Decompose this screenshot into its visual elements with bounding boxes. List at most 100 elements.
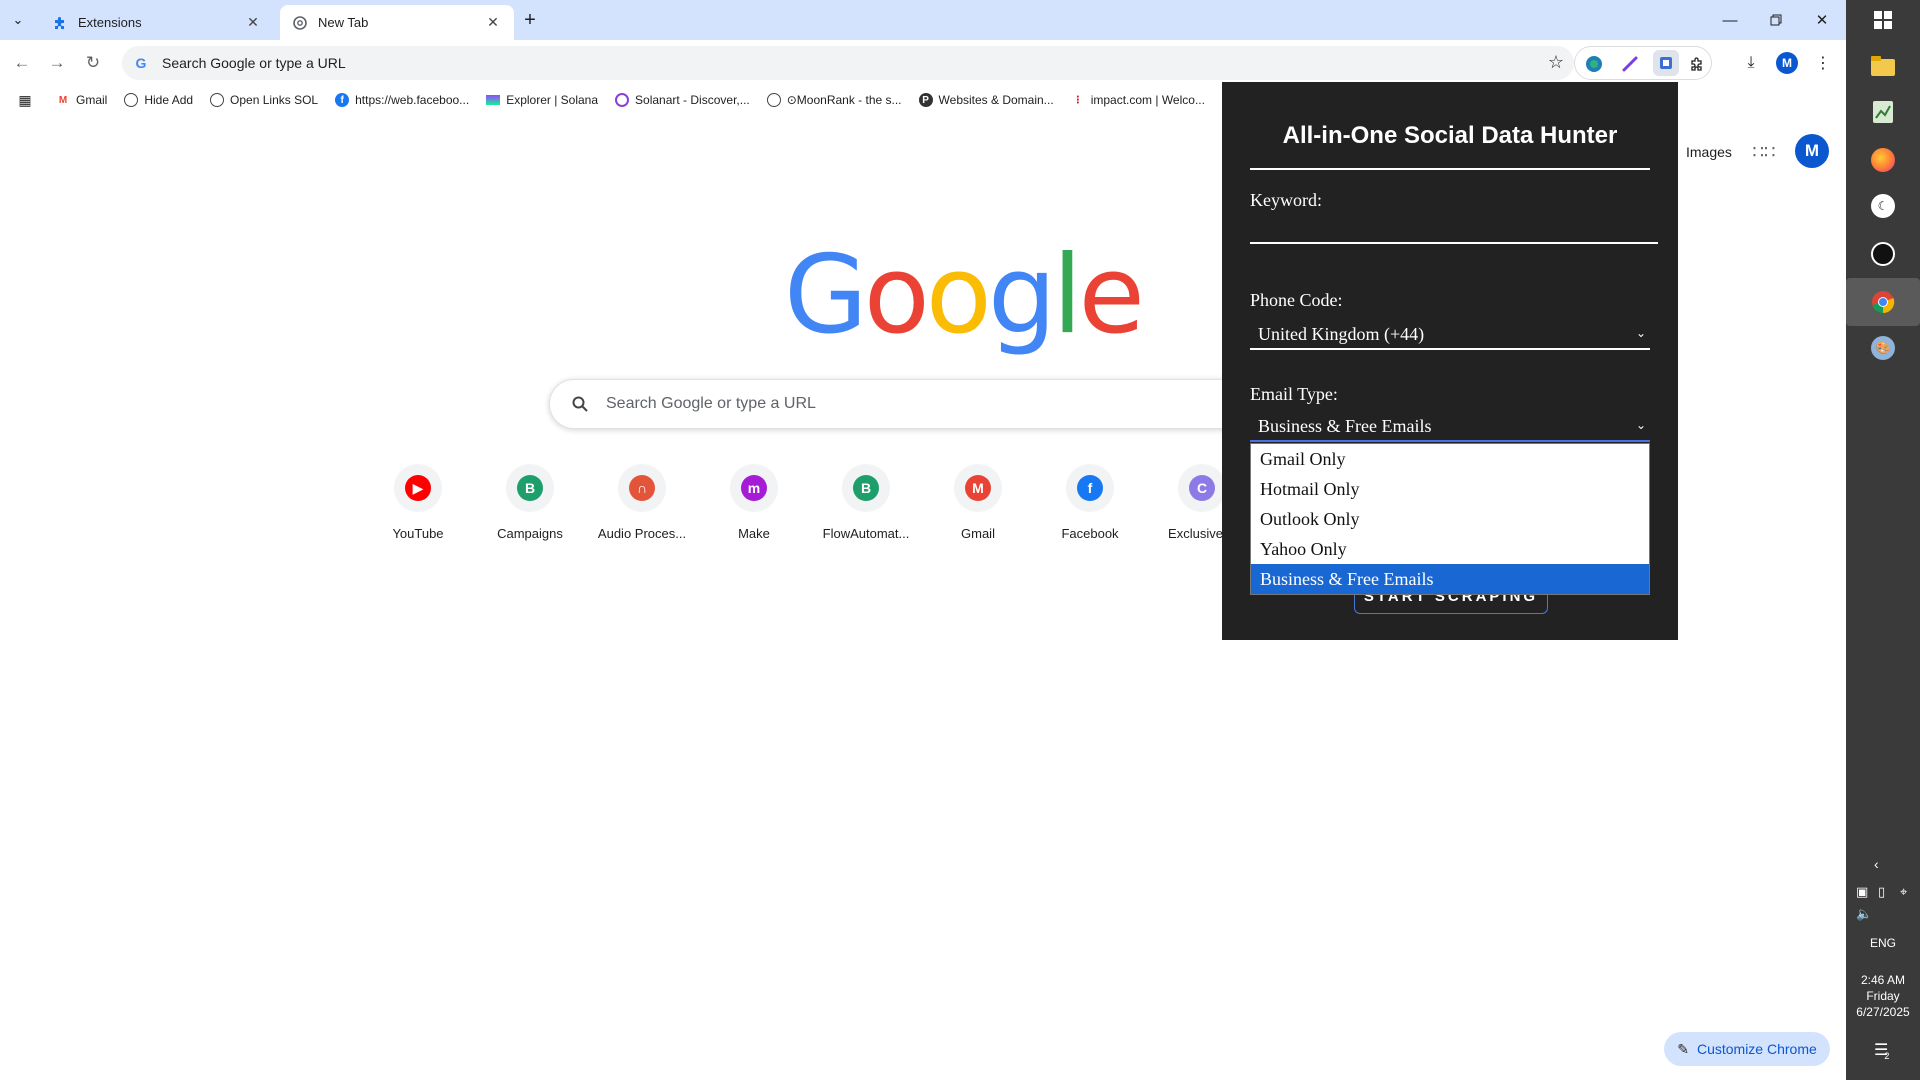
forward-arrow-icon[interactable]: → <box>44 50 70 76</box>
bookmark-star-icon[interactable]: ☆ <box>1548 52 1564 73</box>
file-explorer-icon[interactable] <box>1865 48 1901 84</box>
battery-icon[interactable]: ▯ <box>1878 884 1885 900</box>
bookmark-item[interactable]: Hide Add <box>124 93 193 107</box>
back-arrow-icon[interactable]: ← <box>9 50 35 76</box>
gmail-icon: M <box>58 94 68 106</box>
search-icon <box>570 394 590 414</box>
social-data-hunter-extension-icon[interactable] <box>1653 50 1679 76</box>
shortcut-icon-circle: ▶ <box>394 464 442 512</box>
close-tab-icon[interactable]: ✕ <box>484 14 502 32</box>
shortcut-icon-circle: B <box>506 464 554 512</box>
globe-icon <box>766 93 781 107</box>
shortcut-tile[interactable]: m Make <box>698 464 810 541</box>
shortcut-tile[interactable]: ▶ YouTube <box>362 464 474 541</box>
youtube-icon: ▶ <box>405 475 431 501</box>
shortcut-tile[interactable]: B Campaigns <box>474 464 586 541</box>
keyword-input[interactable] <box>1250 212 1658 244</box>
shortcut-label: Campaigns <box>497 526 563 541</box>
exclusive-icon: C <box>1189 475 1215 501</box>
bookmark-item[interactable]: P Websites & Domain... <box>918 93 1054 107</box>
bookmark-item[interactable]: Solanart - Discover,... <box>615 93 750 107</box>
tab-title: New Tab <box>318 15 369 30</box>
logo-letter: G <box>784 233 868 358</box>
bookmark-label: Solanart - Discover,... <box>635 93 750 107</box>
tab-search-chevron-icon[interactable]: ⌄ <box>6 8 30 32</box>
volume-icon[interactable]: 🔈 <box>1856 906 1872 922</box>
customize-chrome-button[interactable]: ✎ Customize Chrome <box>1664 1032 1830 1066</box>
notifications-icon[interactable]: ☰2 <box>1874 1040 1893 1061</box>
phone-code-label: Phone Code: <box>1250 290 1343 310</box>
close-window-icon[interactable]: ✕ <box>1799 0 1845 40</box>
bookmark-label: Gmail <box>76 93 108 107</box>
shortcut-label: YouTube <box>392 526 444 541</box>
shortcut-tile[interactable]: M Gmail <box>922 464 1034 541</box>
email-type-option[interactable]: Gmail Only <box>1251 444 1649 474</box>
tab-new-tab[interactable]: New Tab ✕ <box>280 5 514 40</box>
address-bar[interactable]: G Search Google or type a URL ☆ <box>122 46 1574 80</box>
p-icon: P <box>918 93 933 107</box>
shortcut-label: Facebook <box>1061 526 1119 541</box>
app-moon-icon[interactable]: ☾ <box>1865 188 1901 224</box>
app-ring-icon[interactable] <box>1865 236 1901 272</box>
tab-strip: ⌄ Extensions ✕ New Tab ✕ + — ✕ <box>0 0 1846 40</box>
extensions-puzzle-icon[interactable] <box>1687 53 1709 75</box>
pen-extension-icon[interactable] <box>1619 53 1641 75</box>
paint-app-icon[interactable]: 🎨 <box>1865 330 1901 366</box>
gmail-icon: M <box>965 475 991 501</box>
impact-icon: ⋮ <box>1072 94 1083 106</box>
extensions-group <box>1574 46 1712 80</box>
puzzle-icon <box>52 15 68 31</box>
notification-count: 2 <box>1884 1051 1890 1061</box>
bookmark-item[interactable]: ⋮ impact.com | Welco... <box>1071 93 1205 107</box>
solana-icon <box>486 95 501 105</box>
wifi-icon[interactable]: ⌖ <box>1900 884 1907 900</box>
tab-extensions[interactable]: Extensions ✕ <box>40 5 274 40</box>
email-type-select[interactable]: Business & Free Emails ⌄ <box>1250 412 1650 442</box>
ntp-search-box[interactable]: Search Google or type a URL <box>549 379 1269 429</box>
facebook-icon: f <box>335 93 350 107</box>
email-type-option[interactable]: Outlook Only <box>1251 504 1649 534</box>
email-type-option[interactable]: Yahoo Only <box>1251 534 1649 564</box>
bookmark-item[interactable]: Explorer | Solana <box>486 93 598 107</box>
bookmark-item[interactable]: ⊙MoonRank - the s... <box>766 93 902 107</box>
language-indicator[interactable]: ENG <box>1846 936 1920 950</box>
restore-icon[interactable] <box>1753 0 1799 40</box>
palette-icon: 🎨 <box>1871 336 1895 360</box>
bookmark-item[interactable]: Open Links SOL <box>210 93 318 107</box>
phone-code-select[interactable]: United Kingdom (+44) ⌄ <box>1250 320 1650 350</box>
shortcut-icon-circle: f <box>1066 464 1114 512</box>
shortcut-icon-circle: M <box>954 464 1002 512</box>
globe-extension-icon[interactable] <box>1583 53 1605 75</box>
minimize-icon[interactable]: — <box>1707 0 1753 40</box>
bookmark-item[interactable]: f https://web.faceboo... <box>335 93 469 107</box>
email-type-label: Email Type: <box>1250 384 1338 404</box>
tray-expand-chevron-icon[interactable]: ‹ <box>1874 856 1879 872</box>
images-link[interactable]: Images <box>1686 144 1732 160</box>
shortcut-label: Audio Proces... <box>597 526 687 541</box>
menu-kebab-icon[interactable]: ⋮ <box>1810 50 1836 76</box>
firefox-icon[interactable] <box>1865 142 1901 178</box>
shortcut-tile[interactable]: ∩ Audio Proces... <box>586 464 698 541</box>
shortcut-tile[interactable]: B FlowAutomat... <box>810 464 922 541</box>
new-tab-plus-icon[interactable]: + <box>518 8 542 32</box>
apps-grid-icon[interactable]: ▦ <box>14 90 36 110</box>
email-type-option[interactable]: Business & Free Emails <box>1251 564 1649 594</box>
tray-display-icon[interactable]: ▣ <box>1856 884 1868 900</box>
download-icon[interactable]: ⤓ <box>1738 50 1764 76</box>
google-apps-icon[interactable]: ∷∷ <box>1752 140 1776 164</box>
windows-start-icon[interactable] <box>1865 2 1901 38</box>
windows-taskbar: ☾ 🎨 ‹ ▣ ▯ ⌖ 🔈 ENG 2:46 AM Friday 6/27/20… <box>1846 0 1920 1080</box>
popup-title: All-in-One Social Data Hunter <box>1282 122 1618 149</box>
close-tab-icon[interactable]: ✕ <box>244 14 262 32</box>
chrome-taskbar-icon[interactable] <box>1846 278 1920 326</box>
system-clock[interactable]: 2:46 AM Friday 6/27/2025 <box>1846 972 1920 1020</box>
reload-icon[interactable]: ↻ <box>80 50 106 76</box>
email-type-option[interactable]: Hotmail Only <box>1251 474 1649 504</box>
google-g-icon: G <box>135 55 147 71</box>
bookmark-item[interactable]: M Gmail <box>56 93 108 107</box>
account-avatar[interactable]: M <box>1795 134 1829 168</box>
spreadsheet-app-icon[interactable] <box>1865 94 1901 130</box>
profile-avatar[interactable]: M <box>1776 52 1798 74</box>
solanart-icon <box>615 93 630 107</box>
shortcut-tile[interactable]: f Facebook <box>1034 464 1146 541</box>
